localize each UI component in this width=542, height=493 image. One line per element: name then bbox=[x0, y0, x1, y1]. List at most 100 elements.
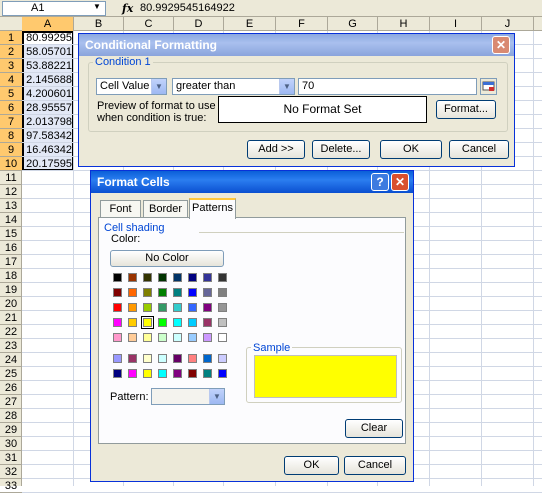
color-swatch[interactable] bbox=[173, 369, 182, 378]
row-header-1[interactable]: 1 bbox=[0, 31, 22, 45]
row-header-2[interactable]: 2 bbox=[0, 45, 22, 59]
column-header-b[interactable]: B bbox=[74, 17, 124, 31]
cf-titlebar[interactable]: Conditional Formatting ✕ bbox=[79, 34, 514, 56]
column-header-i[interactable]: I bbox=[430, 17, 482, 31]
column-header-f[interactable]: F bbox=[276, 17, 328, 31]
format-button[interactable]: Format... bbox=[436, 100, 496, 119]
color-swatch[interactable] bbox=[203, 369, 212, 378]
color-swatch[interactable] bbox=[128, 369, 137, 378]
row-header-25[interactable]: 25 bbox=[0, 367, 22, 381]
color-swatch[interactable] bbox=[158, 369, 167, 378]
color-swatch[interactable] bbox=[143, 303, 152, 312]
color-swatch[interactable] bbox=[158, 354, 167, 363]
color-swatch[interactable] bbox=[143, 288, 152, 297]
no-color-button[interactable]: No Color bbox=[110, 250, 224, 267]
condition-value-input[interactable]: 70 bbox=[298, 78, 477, 95]
row-header-30[interactable]: 30 bbox=[0, 437, 22, 451]
row-header-29[interactable]: 29 bbox=[0, 423, 22, 437]
row-header-33[interactable]: 33 bbox=[0, 479, 22, 493]
color-swatch[interactable] bbox=[113, 303, 122, 312]
row-header-19[interactable]: 19 bbox=[0, 283, 22, 297]
color-swatch[interactable] bbox=[158, 333, 167, 342]
row-header-18[interactable]: 18 bbox=[0, 269, 22, 283]
color-swatch[interactable] bbox=[113, 288, 122, 297]
column-header-j[interactable]: J bbox=[482, 17, 534, 31]
delete-button[interactable]: Delete... bbox=[312, 140, 370, 159]
formula-input[interactable]: 80.9929545164922 bbox=[140, 1, 235, 16]
tab-border[interactable]: Border bbox=[143, 200, 188, 218]
color-swatch[interactable] bbox=[128, 318, 137, 327]
row-header-11[interactable]: 11 bbox=[0, 171, 22, 185]
row-header-31[interactable]: 31 bbox=[0, 451, 22, 465]
color-swatch[interactable] bbox=[203, 318, 212, 327]
color-swatch[interactable] bbox=[188, 369, 197, 378]
row-header-27[interactable]: 27 bbox=[0, 395, 22, 409]
color-swatch[interactable] bbox=[218, 288, 227, 297]
color-swatch[interactable] bbox=[143, 273, 152, 282]
color-swatch[interactable] bbox=[218, 273, 227, 282]
operator-select[interactable]: greater than ▼ bbox=[172, 78, 295, 95]
close-icon[interactable]: ✕ bbox=[492, 36, 510, 54]
ok-button[interactable]: OK bbox=[380, 140, 442, 159]
color-swatch[interactable] bbox=[158, 303, 167, 312]
color-swatch[interactable] bbox=[128, 333, 137, 342]
color-swatch[interactable] bbox=[188, 288, 197, 297]
row-header-23[interactable]: 23 bbox=[0, 339, 22, 353]
clear-button[interactable]: Clear bbox=[345, 419, 403, 438]
color-swatch[interactable] bbox=[188, 273, 197, 282]
color-swatch[interactable] bbox=[128, 303, 137, 312]
column-header-a[interactable]: A bbox=[22, 17, 74, 31]
color-swatch[interactable] bbox=[113, 333, 122, 342]
cancel-button[interactable]: Cancel bbox=[449, 140, 509, 159]
color-swatch[interactable] bbox=[128, 288, 137, 297]
column-header-c[interactable]: C bbox=[124, 17, 174, 31]
color-swatch[interactable] bbox=[173, 354, 182, 363]
color-swatch[interactable] bbox=[218, 318, 227, 327]
color-swatch[interactable] bbox=[203, 333, 212, 342]
row-header-26[interactable]: 26 bbox=[0, 381, 22, 395]
row-header-17[interactable]: 17 bbox=[0, 255, 22, 269]
row-header-8[interactable]: 8 bbox=[0, 129, 22, 143]
color-swatch[interactable] bbox=[143, 354, 152, 363]
pattern-select[interactable]: ▼ bbox=[151, 388, 225, 405]
color-swatch[interactable] bbox=[203, 273, 212, 282]
color-swatch[interactable] bbox=[188, 354, 197, 363]
row-header-14[interactable]: 14 bbox=[0, 213, 22, 227]
color-swatch[interactable] bbox=[143, 369, 152, 378]
color-swatch[interactable] bbox=[188, 318, 197, 327]
name-box-dropdown-icon[interactable]: ▼ bbox=[90, 1, 104, 12]
color-swatch[interactable] bbox=[188, 333, 197, 342]
row-header-4[interactable]: 4 bbox=[0, 73, 22, 87]
color-swatch[interactable] bbox=[173, 333, 182, 342]
fc-titlebar[interactable]: Format Cells ? ✕ bbox=[91, 171, 413, 193]
color-swatch[interactable] bbox=[218, 333, 227, 342]
color-swatch[interactable] bbox=[113, 273, 122, 282]
color-swatch[interactable] bbox=[158, 318, 167, 327]
add-button[interactable]: Add >> bbox=[247, 140, 305, 159]
color-swatch[interactable] bbox=[113, 354, 122, 363]
insert-function-icon[interactable]: fx bbox=[122, 1, 138, 16]
color-swatch[interactable] bbox=[113, 369, 122, 378]
ok-button[interactable]: OK bbox=[284, 456, 339, 475]
row-header-12[interactable]: 12 bbox=[0, 185, 22, 199]
color-swatch[interactable] bbox=[173, 273, 182, 282]
row-header-20[interactable]: 20 bbox=[0, 297, 22, 311]
row-header-22[interactable]: 22 bbox=[0, 325, 22, 339]
row-header-7[interactable]: 7 bbox=[0, 115, 22, 129]
help-icon[interactable]: ? bbox=[371, 173, 389, 191]
color-swatch[interactable] bbox=[158, 273, 167, 282]
condition-type-select[interactable]: Cell Value Is ▼ bbox=[96, 78, 167, 95]
row-header-28[interactable]: 28 bbox=[0, 409, 22, 423]
row-header-6[interactable]: 6 bbox=[0, 101, 22, 115]
color-swatch[interactable] bbox=[203, 288, 212, 297]
color-swatch[interactable] bbox=[158, 288, 167, 297]
column-header-e[interactable]: E bbox=[224, 17, 276, 31]
color-swatch[interactable] bbox=[188, 303, 197, 312]
cancel-button[interactable]: Cancel bbox=[344, 456, 406, 475]
row-header-5[interactable]: 5 bbox=[0, 87, 22, 101]
color-swatch[interactable] bbox=[218, 354, 227, 363]
color-swatch[interactable] bbox=[173, 303, 182, 312]
row-header-16[interactable]: 16 bbox=[0, 241, 22, 255]
color-swatch[interactable] bbox=[143, 333, 152, 342]
row-header-24[interactable]: 24 bbox=[0, 353, 22, 367]
